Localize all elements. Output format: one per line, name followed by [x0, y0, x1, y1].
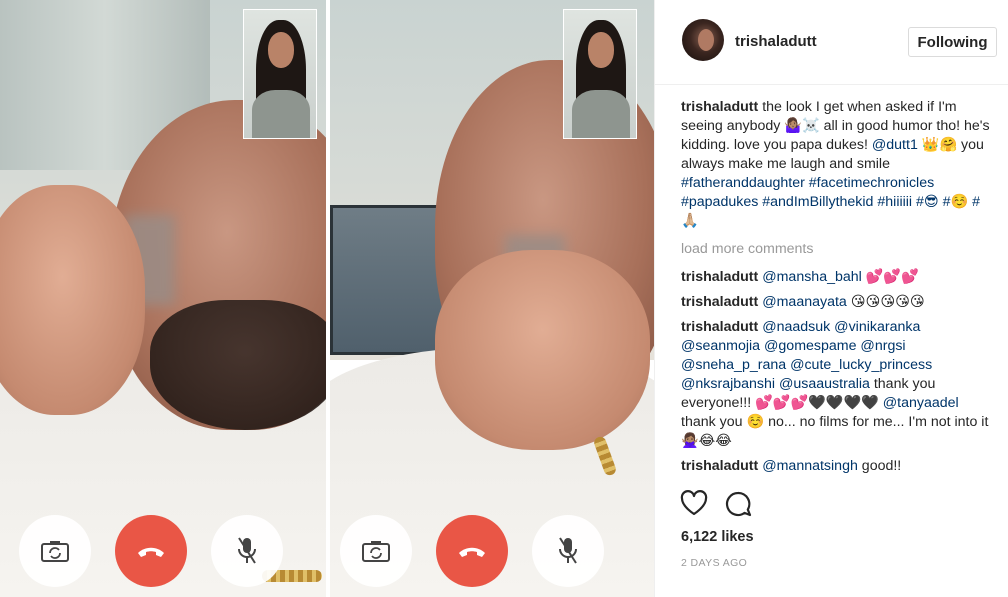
- post-sidebar: trishaladutt Following trishaladutt the …: [655, 0, 1008, 597]
- following-button[interactable]: Following: [908, 27, 997, 57]
- facetime-screenshot-left: [0, 0, 326, 597]
- heart-icon[interactable]: [680, 490, 708, 521]
- camera-flip-icon: [362, 540, 390, 562]
- instagram-post-view: trishaladutt Following trishaladutt the …: [0, 0, 1008, 597]
- post-caption: trishaladutt the look I get when asked i…: [681, 98, 996, 231]
- comments-section: trishaladutt the look I get when asked i…: [681, 98, 996, 482]
- username-link[interactable]: trishaladutt: [735, 33, 817, 50]
- television: [330, 205, 450, 355]
- beard: [150, 300, 326, 430]
- comment-author[interactable]: trishaladutt: [681, 294, 758, 310]
- mention-link[interactable]: @mannatsingh: [762, 458, 858, 474]
- microphone-muted-icon: [236, 536, 258, 566]
- camera-flip-icon: [41, 540, 69, 562]
- end-call-button[interactable]: [436, 515, 508, 587]
- hashtag-links[interactable]: #fatheranddaughter #facetimechronicles #…: [681, 175, 980, 229]
- comment: trishaladutt @maanayata 😘😘😘😘😘: [681, 293, 996, 312]
- mute-button[interactable]: [532, 515, 604, 587]
- microphone-muted-icon: [557, 536, 579, 566]
- comment-text: good!!: [857, 458, 902, 474]
- facetime-screenshot-right: [330, 0, 655, 597]
- mention-link[interactable]: @mansha_bahl: [762, 269, 862, 285]
- comment-bubble-icon[interactable]: [724, 490, 752, 523]
- likes-count[interactable]: 6,122 likes: [681, 529, 754, 545]
- hand: [435, 250, 650, 450]
- hand: [0, 185, 145, 415]
- end-call-button[interactable]: [115, 515, 187, 587]
- comment: trishaladutt @mannatsingh good!!: [681, 457, 996, 476]
- comment-author[interactable]: trishaladutt: [681, 458, 758, 474]
- post-timestamp[interactable]: 2 DAYS AGO: [681, 557, 747, 569]
- flip-camera-button[interactable]: [340, 515, 412, 587]
- comment-author[interactable]: trishaladutt: [681, 269, 758, 285]
- flip-camera-button[interactable]: [19, 515, 91, 587]
- caller-thumbnail: [563, 9, 637, 139]
- post-actions: [680, 490, 780, 520]
- post-media[interactable]: [0, 0, 655, 597]
- mention-link[interactable]: @maanayata: [762, 294, 847, 310]
- caller-thumbnail: [243, 9, 317, 139]
- comment-author[interactable]: trishaladutt: [681, 319, 758, 335]
- avatar[interactable]: [682, 19, 724, 61]
- comment: trishaladutt @mansha_bahl 💕💕💕: [681, 268, 996, 287]
- comment: trishaladutt @naadsuk @vinikaranka @sean…: [681, 318, 996, 451]
- post-header: trishaladutt Following: [655, 0, 1008, 85]
- mute-button[interactable]: [211, 515, 283, 587]
- caption-author[interactable]: trishaladutt: [681, 99, 758, 115]
- phone-hangup-icon: [136, 544, 166, 558]
- comment-text: 💕💕💕: [861, 269, 919, 285]
- mention-link[interactable]: @dutt1: [872, 137, 918, 153]
- phone-hangup-icon: [457, 544, 487, 558]
- mention-link[interactable]: @tanyaadel: [883, 395, 959, 411]
- load-more-comments-link[interactable]: load more comments: [681, 240, 996, 259]
- comment-text: 😘😘😘😘😘: [846, 294, 925, 310]
- comment-text: thank you ☺️ no... no films for me... I'…: [681, 414, 989, 449]
